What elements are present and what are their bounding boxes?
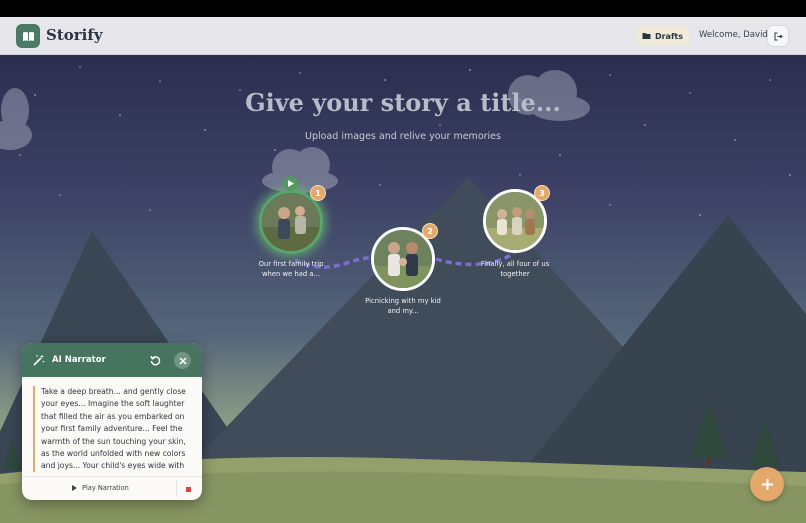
app-logo[interactable] (16, 24, 40, 48)
family-photo-image (486, 192, 544, 250)
drafts-label: Drafts (654, 31, 684, 41)
story-canvas: Give your story a title... Upload images… (0, 55, 806, 523)
close-narrator-button[interactable] (174, 352, 191, 369)
play-narration-button[interactable]: Play Narration (72, 484, 129, 492)
story-subtitle: Upload images and relive your memories (305, 131, 501, 142)
narrator-header: AI Narrator (22, 343, 202, 377)
regenerate-button[interactable] (147, 352, 164, 369)
narrator-title: AI Narrator (52, 355, 106, 365)
logout-button[interactable] (767, 25, 789, 47)
memory-number-badge: 3 (534, 185, 550, 201)
memory-number-badge: 1 (310, 185, 326, 201)
play-narration-label: Play Narration (82, 484, 129, 492)
memory-caption: Picnicking with my kid and my... (365, 297, 441, 315)
app-header: Storify Drafts Welcome, David (0, 17, 806, 55)
add-memory-button[interactable] (750, 467, 784, 501)
book-icon (22, 31, 34, 41)
screen-top-bar (0, 0, 806, 17)
memory-caption: Our first family trip when we had a... (258, 260, 324, 278)
play-icon (72, 485, 77, 491)
family-photo-image (262, 193, 320, 251)
drafts-button[interactable]: Drafts (636, 26, 689, 46)
narrator-footer: Play Narration (22, 476, 202, 500)
refresh-icon (150, 355, 161, 366)
story-title[interactable]: Give your story a title... (0, 88, 806, 117)
plus-icon (761, 478, 773, 490)
folder-icon (642, 33, 651, 39)
narration-text: Take a deep breath... and gently close y… (33, 386, 193, 472)
close-icon (178, 356, 187, 365)
wand-icon (33, 354, 45, 366)
ai-narrator-panel: AI Narrator Take a deep breath... and ge… (22, 343, 202, 500)
family-photo-image (374, 230, 432, 288)
play-memory-button[interactable] (283, 176, 298, 191)
play-icon (287, 180, 294, 187)
app-name: Storify (46, 26, 103, 44)
logout-icon (774, 32, 783, 40)
footer-divider (176, 481, 177, 497)
welcome-text: Welcome, David (699, 30, 768, 40)
memory-number-badge: 2 (422, 223, 438, 239)
stop-icon[interactable] (186, 487, 191, 492)
memory-caption: Finally, all four of us together (480, 260, 550, 278)
